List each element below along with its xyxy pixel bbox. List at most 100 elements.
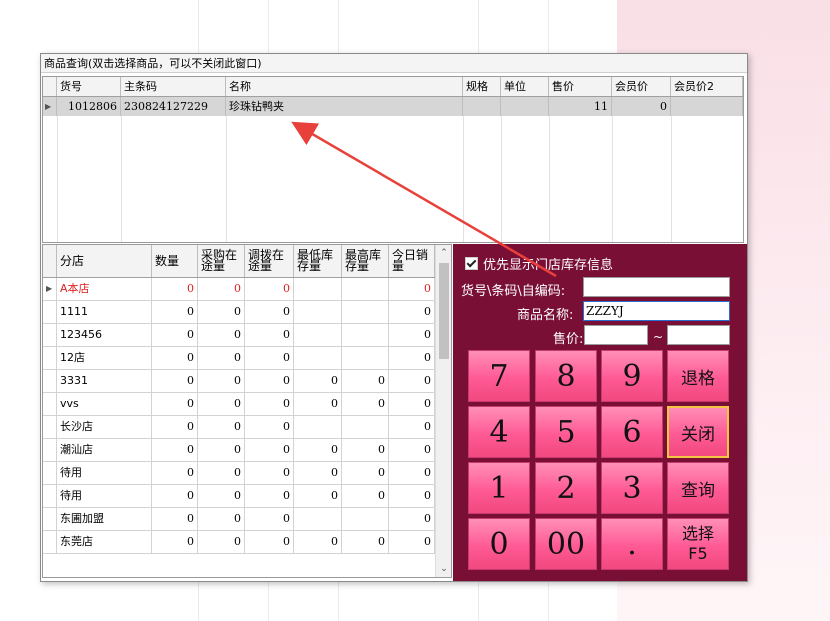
key-4[interactable]: 4 xyxy=(468,406,530,458)
cell-today-sales: 0 xyxy=(389,485,435,507)
cell-spec xyxy=(463,97,501,116)
cell-min-stock: 0 xyxy=(294,531,342,553)
prefer-store-stock-checkbox[interactable]: 优先显示门店库存信息 xyxy=(465,254,613,273)
name-input[interactable]: ZZZYJ xyxy=(583,301,730,321)
stock-row[interactable]: ▶ A本店 0 0 0 0 xyxy=(43,278,435,301)
price-from-input[interactable] xyxy=(584,325,648,345)
column-header-purchase-transit[interactable]: 采购在途量 xyxy=(198,245,245,277)
row-selector-header xyxy=(43,245,57,277)
column-header-price[interactable]: 售价 xyxy=(549,77,612,96)
key-decimal[interactable]: . xyxy=(601,518,663,570)
product-grid[interactable]: 货号 主条码 名称 规格 单位 售价 会员价 会员价2 1012806 2308… xyxy=(42,76,744,243)
stock-row[interactable]: 潮汕店 0 0 0 0 0 0 xyxy=(43,439,435,462)
code-input[interactable] xyxy=(583,277,730,297)
row-selector[interactable] xyxy=(43,531,57,553)
key-8[interactable]: 8 xyxy=(535,350,597,402)
stock-row[interactable]: 123456 0 0 0 0 xyxy=(43,324,435,347)
cell-qty: 0 xyxy=(152,370,198,392)
close-button[interactable]: 关闭 xyxy=(667,406,729,458)
cell-max-stock xyxy=(342,301,389,323)
row-selector[interactable] xyxy=(43,485,57,507)
cell-min-stock: 0 xyxy=(294,370,342,392)
cell-store: 东圃加盟 xyxy=(57,508,152,530)
price-to-input[interactable] xyxy=(667,325,730,345)
cell-qty: 0 xyxy=(152,462,198,484)
stock-row[interactable]: 待用 0 0 0 0 0 0 xyxy=(43,462,435,485)
cell-max-stock xyxy=(342,278,389,300)
price-label: 售价: xyxy=(553,332,584,347)
select-button[interactable]: 选择 F5 xyxy=(667,518,729,570)
column-header-barcode[interactable]: 主条码 xyxy=(121,77,226,96)
stock-row[interactable]: 长沙店 0 0 0 0 xyxy=(43,416,435,439)
column-header-spec[interactable]: 规格 xyxy=(463,77,501,96)
stock-row[interactable]: 待用 0 0 0 0 0 0 xyxy=(43,485,435,508)
column-header-max-stock[interactable]: 最高库存量 xyxy=(342,245,389,277)
cell-store: A本店 xyxy=(57,278,152,300)
key-2[interactable]: 2 xyxy=(535,462,597,514)
key-1[interactable]: 1 xyxy=(468,462,530,514)
key-7[interactable]: 7 xyxy=(468,350,530,402)
key-0[interactable]: 0 xyxy=(468,518,530,570)
cell-purchase-transit: 0 xyxy=(198,485,245,507)
row-selector[interactable] xyxy=(43,416,57,438)
scroll-down-icon[interactable]: ⌄ xyxy=(436,561,451,577)
key-9[interactable]: 9 xyxy=(601,350,663,402)
checkbox-checked-icon[interactable] xyxy=(465,257,478,270)
key-00[interactable]: 00 xyxy=(535,518,597,570)
cell-purchase-transit: 0 xyxy=(198,347,245,369)
stock-row[interactable]: 12店 0 0 0 0 xyxy=(43,347,435,370)
row-selector[interactable] xyxy=(43,370,57,392)
cell-name: 珍珠钻鸭夹 xyxy=(226,97,463,116)
column-header-min-stock[interactable]: 最低库存量 xyxy=(294,245,342,277)
cell-today-sales: 0 xyxy=(389,462,435,484)
cell-qty: 0 xyxy=(152,485,198,507)
cell-store: 待用 xyxy=(57,485,152,507)
column-header-today-sales[interactable]: 今日销量 xyxy=(389,245,435,277)
stock-row[interactable]: vvs 0 0 0 0 0 0 xyxy=(43,393,435,416)
cell-barcode: 230824127229 xyxy=(121,97,226,116)
column-header-transfer-transit[interactable]: 调拨在途量 xyxy=(245,245,294,277)
product-row[interactable]: 1012806 230824127229 珍珠钻鸭夹 11 0 xyxy=(43,97,743,116)
key-5[interactable]: 5 xyxy=(535,406,597,458)
store-stock-grid[interactable]: 分店 数量 采购在途量 调拨在途量 最低库存量 最高库存量 今日销量 ▶ A本店 0… xyxy=(42,244,452,578)
column-header-qty[interactable]: 数量 xyxy=(152,245,198,277)
row-selector[interactable] xyxy=(43,462,57,484)
row-selector[interactable] xyxy=(43,393,57,415)
cell-min-stock: 0 xyxy=(294,393,342,415)
column-header-store[interactable]: 分店 xyxy=(57,245,152,277)
product-grid-header: 货号 主条码 名称 规格 单位 售价 会员价 会员价2 xyxy=(43,77,743,97)
stock-grid-scrollbar[interactable]: ⌃ ⌄ xyxy=(435,245,451,577)
query-button[interactable]: 查询 xyxy=(667,462,729,514)
row-selector[interactable] xyxy=(43,347,57,369)
stock-row[interactable]: 1111 0 0 0 0 xyxy=(43,301,435,324)
cell-transfer-transit: 0 xyxy=(245,301,294,323)
cell-sku: 1012806 xyxy=(57,97,121,116)
column-header-sku[interactable]: 货号 xyxy=(57,77,121,96)
cell-price: 11 xyxy=(549,97,612,116)
key-3[interactable]: 3 xyxy=(601,462,663,514)
stock-row[interactable]: 3331 0 0 0 0 0 0 xyxy=(43,370,435,393)
column-header-unit[interactable]: 单位 xyxy=(501,77,549,96)
row-selector[interactable] xyxy=(43,324,57,346)
column-header-member-price2[interactable]: 会员价2 xyxy=(671,77,743,96)
key-6[interactable]: 6 xyxy=(601,406,663,458)
cell-max-stock: 0 xyxy=(342,439,389,461)
row-selector[interactable] xyxy=(43,439,57,461)
cell-max-stock xyxy=(342,508,389,530)
stock-row[interactable]: 东莞店 0 0 0 0 0 0 xyxy=(43,531,435,554)
cell-purchase-transit: 0 xyxy=(198,462,245,484)
scroll-up-icon[interactable]: ⌃ xyxy=(436,245,451,261)
scroll-thumb[interactable] xyxy=(439,263,449,359)
cell-transfer-transit: 0 xyxy=(245,531,294,553)
cell-qty: 0 xyxy=(152,301,198,323)
stock-row[interactable]: 东圃加盟 0 0 0 0 xyxy=(43,508,435,531)
cell-purchase-transit: 0 xyxy=(198,416,245,438)
grid-line xyxy=(501,116,502,242)
backspace-button[interactable]: 退格 xyxy=(667,350,729,402)
column-header-member-price[interactable]: 会员价 xyxy=(612,77,671,96)
current-row-arrow-icon[interactable]: ▶ xyxy=(43,278,57,300)
cell-today-sales: 0 xyxy=(389,393,435,415)
row-selector[interactable] xyxy=(43,508,57,530)
row-selector[interactable] xyxy=(43,301,57,323)
column-header-name[interactable]: 名称 xyxy=(226,77,463,96)
